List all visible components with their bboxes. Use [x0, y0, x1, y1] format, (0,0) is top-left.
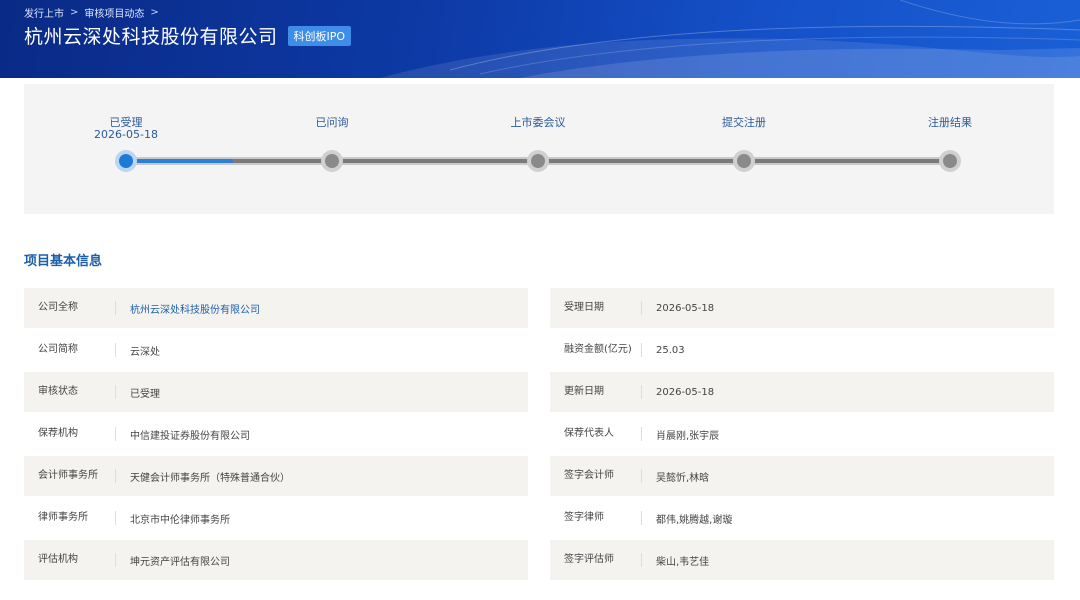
breadcrumb-item-listing[interactable]: 发行上市 [24, 5, 64, 20]
info-value: 坤元资产评估有限公司 [130, 556, 230, 568]
title-row: 杭州云深处科技股份有限公司 科创板IPO [24, 22, 352, 49]
info-value: 已受理 [130, 388, 160, 400]
info-label: 公司简称 [24, 343, 116, 357]
info-label: 签字评估师 [550, 553, 642, 567]
page-title: 杭州云深处科技股份有限公司 [24, 26, 278, 48]
info-row: 律师事务所 北京市中伦律师事务所 [24, 498, 528, 538]
step-label-result: 注册结果 [928, 116, 972, 129]
info-value: 中信建投证券股份有限公司 [130, 430, 250, 442]
info-label: 会计师事务所 [24, 469, 116, 483]
info-row: 融资金额(亿元) 25.03 [550, 330, 1054, 370]
breadcrumb: 发行上市 > 审核项目动态 > [24, 5, 159, 20]
chevron-right-icon: > [150, 7, 159, 18]
header-banner: 发行上市 > 审核项目动态 > 杭州云深处科技股份有限公司 科创板IPO [0, 0, 1080, 78]
info-label: 保荐代表人 [550, 427, 642, 441]
info-row: 公司全称 杭州云深处科技股份有限公司 [24, 288, 528, 328]
info-row: 保荐代表人 肖晨刚,张宇辰 [550, 414, 1054, 454]
info-value: 柴山,韦艺佳 [656, 556, 710, 568]
info-value: 天健会计师事务所（特殊普通合伙） [130, 472, 290, 484]
info-value: 北京市中伦律师事务所 [130, 514, 230, 526]
info-value: 都伟,姚腾越,谢璇 [656, 514, 733, 526]
info-row: 更新日期 2026-05-18 [550, 372, 1054, 412]
info-value: 25.03 [656, 344, 685, 356]
info-value: 吴懿忻,林晗 [656, 472, 710, 484]
board-badge: 科创板IPO [287, 25, 352, 46]
review-progress-panel: 已受理 2026-05-18 已问询 上市委会议 提交注册 注册结果 [24, 84, 1054, 214]
info-label: 律师事务所 [24, 511, 116, 525]
info-label: 更新日期 [550, 385, 642, 399]
info-label: 签字律师 [550, 511, 642, 525]
info-label: 签字会计师 [550, 469, 642, 483]
info-label: 公司全称 [24, 301, 116, 315]
info-label: 保荐机构 [24, 427, 116, 441]
step-node-inquired [321, 150, 343, 172]
company-full-name-link[interactable]: 杭州云深处科技股份有限公司 [116, 301, 260, 316]
info-row: 签字评估师 柴山,韦艺佳 [550, 540, 1054, 580]
info-value: 肖晨刚,张宇辰 [656, 430, 720, 442]
breadcrumb-item-review[interactable]: 审核项目动态 [84, 5, 144, 20]
info-label: 受理日期 [550, 301, 642, 315]
info-row: 签字会计师 吴懿忻,林晗 [550, 456, 1054, 496]
info-row: 保荐机构 中信建投证券股份有限公司 [24, 414, 528, 454]
info-label: 评估机构 [24, 553, 116, 567]
info-label: 审核状态 [24, 385, 116, 399]
chevron-right-icon: > [70, 7, 79, 18]
step-date-accepted: 2026-05-18 [94, 128, 158, 141]
step-node-committee [527, 150, 549, 172]
step-node-result [939, 150, 961, 172]
step-node-accepted [115, 150, 137, 172]
info-row: 公司简称 云深处 [24, 330, 528, 370]
info-row: 会计师事务所 天健会计师事务所（特殊普通合伙） [24, 456, 528, 496]
info-row: 受理日期 2026-05-18 [550, 288, 1054, 328]
info-value: 2026-05-18 [656, 386, 715, 398]
info-row: 评估机构 坤元资产评估有限公司 [24, 540, 528, 580]
info-value: 云深处 [130, 346, 160, 358]
section-title-basic-info: 项目基本信息 [24, 254, 103, 269]
info-value: 2026-05-18 [656, 302, 715, 314]
info-row: 审核状态 已受理 [24, 372, 528, 412]
info-row: 签字律师 都伟,姚腾越,谢璇 [550, 498, 1054, 538]
progress-fill [126, 159, 234, 163]
info-label: 融资金额(亿元) [550, 343, 642, 357]
step-label-inquired: 已问询 [315, 116, 349, 129]
step-node-registration [733, 150, 755, 172]
step-label-registration: 提交注册 [722, 116, 766, 129]
step-label-committee: 上市委会议 [510, 116, 566, 129]
